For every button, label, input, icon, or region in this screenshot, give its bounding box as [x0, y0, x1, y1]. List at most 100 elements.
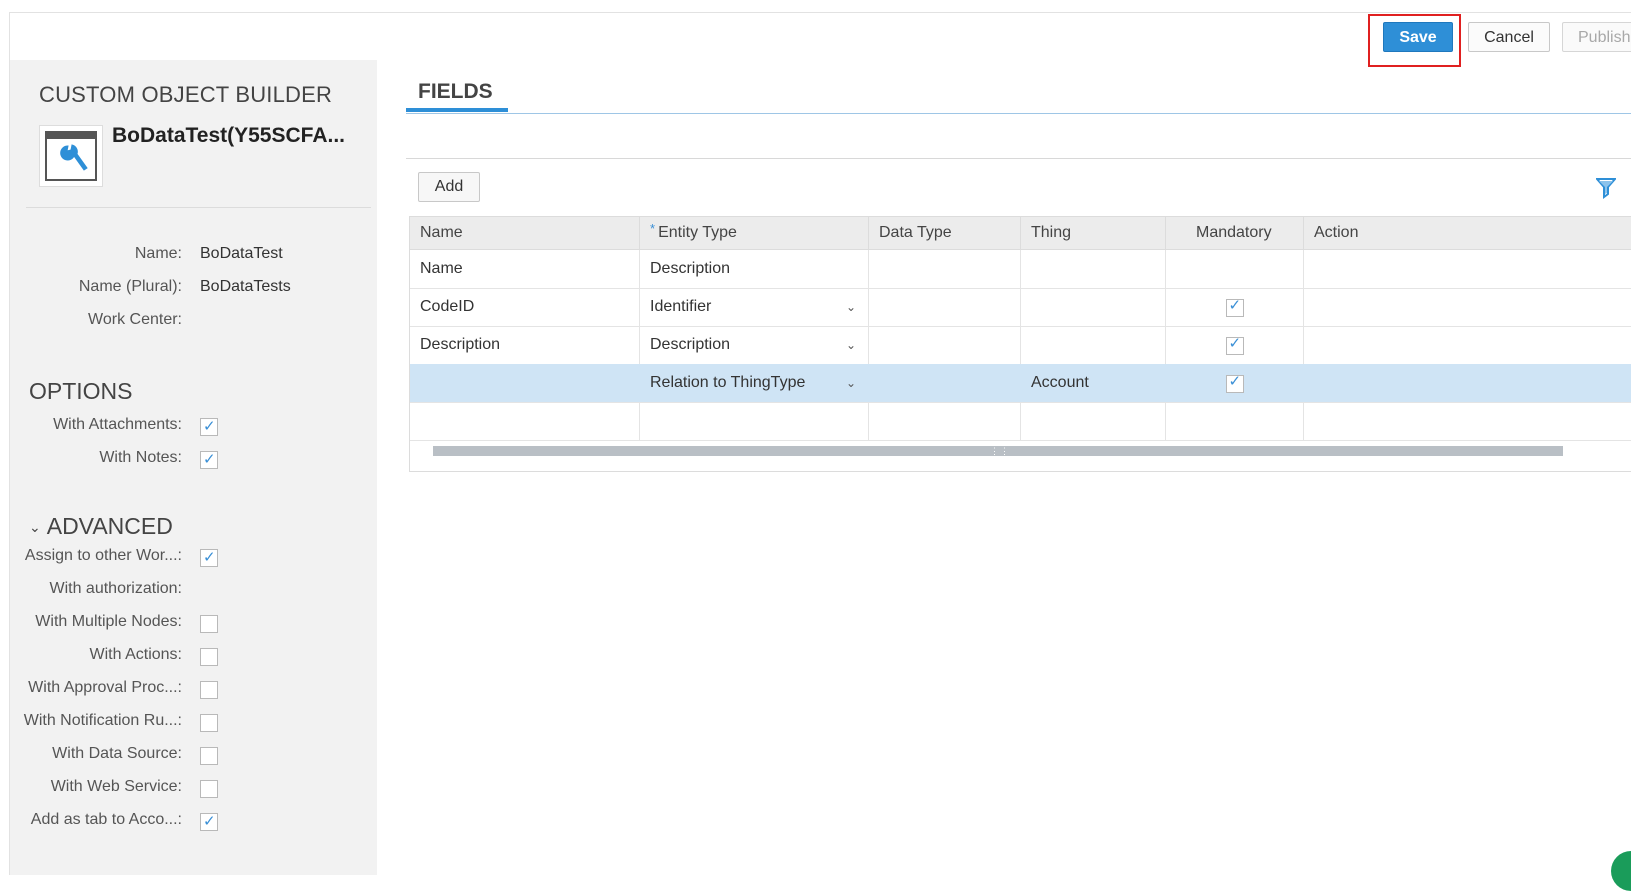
table-row[interactable]: Name Description: [410, 250, 1631, 289]
with-web-service-checkbox[interactable]: [200, 780, 218, 798]
with-notification-label: With Notification Ru...:: [23, 712, 182, 729]
with-data-source-checkbox[interactable]: [200, 747, 218, 765]
name-plural-value: BoDataTests: [200, 278, 291, 295]
cell-name: Description: [410, 326, 640, 364]
name-value: BoDataTest: [200, 245, 283, 262]
with-attachments-checkbox[interactable]: [200, 417, 218, 436]
with-notification-checkbox[interactable]: [200, 714, 218, 732]
cell-thing: Account: [1021, 364, 1166, 402]
sidebar: CUSTOM OBJECT BUILDER BoDataTest(Y55SCFA…: [10, 60, 377, 875]
work-center-label: Work Center:: [88, 311, 182, 328]
sidebar-title: CUSTOM OBJECT BUILDER: [39, 82, 333, 107]
cell-name: [410, 364, 640, 402]
with-approval-checkbox[interactable]: [200, 681, 218, 699]
add-as-tab-checkbox[interactable]: [200, 812, 218, 831]
cell-mandatory: [1166, 287, 1304, 326]
column-header-name[interactable]: Name: [410, 217, 640, 249]
object-name: BoDataTest(Y55SCFA...: [112, 124, 345, 147]
cell-data-type: [869, 250, 1021, 288]
cell-name: [410, 402, 640, 440]
column-header-mandatory[interactable]: Mandatory: [1166, 217, 1304, 249]
mandatory-checkbox[interactable]: [1225, 287, 1244, 325]
entity-type-value: Relation to ThingType: [650, 374, 806, 391]
name-label: Name:: [134, 245, 182, 262]
horizontal-scrollbar[interactable]: ⋮⋮: [433, 446, 1563, 456]
with-approval-label: With Approval Proc...:: [28, 679, 182, 696]
object-builder-icon: [39, 125, 103, 187]
name-plural-label: Name (Plural):: [78, 278, 182, 295]
fields-table: Name * Entity Type Data Type Thing Mandat…: [409, 216, 1631, 472]
cell-entity-type-select[interactable]: Description ⌄: [640, 326, 869, 364]
cancel-button[interactable]: Cancel: [1468, 22, 1550, 52]
cell-mandatory: [1166, 363, 1304, 402]
advanced-toggle[interactable]: ⌄ ADVANCED: [29, 513, 173, 540]
chevron-down-icon: ⌄: [29, 519, 41, 535]
cell-data-type: [869, 364, 1021, 402]
chevron-down-icon[interactable]: ⌄: [846, 288, 856, 326]
with-notes-checkbox[interactable]: [200, 450, 218, 469]
add-as-tab-label: Add as tab to Acco...:: [30, 811, 182, 828]
with-multiple-nodes-label: With Multiple Nodes:: [35, 613, 182, 630]
mandatory-checkbox[interactable]: [1225, 363, 1244, 401]
cell-entity-type-select[interactable]: Relation to ThingType ⌄: [640, 364, 869, 402]
options-title: OPTIONS: [29, 378, 133, 404]
cell-name: CodeID: [410, 288, 640, 326]
cell-data-type: [869, 288, 1021, 326]
entity-type-header-label: Entity Type: [658, 224, 737, 241]
tab-rule: [406, 113, 1631, 114]
cell-action: [1304, 402, 1631, 440]
with-attachments-label: With Attachments:: [53, 416, 182, 433]
with-web-service-label: With Web Service:: [50, 778, 182, 795]
table-row[interactable]: CodeID Identifier ⌄: [410, 287, 1631, 327]
cell-data-type: [869, 402, 1021, 440]
entity-type-value: Identifier: [650, 298, 712, 315]
table-header: Name * Entity Type Data Type Thing Mandat…: [410, 217, 1631, 250]
cell-name: Name: [410, 250, 640, 288]
cell-mandatory: [1166, 325, 1304, 364]
cell-entity-type-select[interactable]: Identifier ⌄: [640, 288, 869, 326]
filter-icon[interactable]: [1596, 177, 1616, 199]
cell-mandatory: [1166, 402, 1304, 440]
with-authorization-label: With authorization:: [49, 580, 182, 597]
table-row-empty[interactable]: [410, 402, 1631, 441]
cell-action: [1304, 364, 1631, 402]
table-row[interactable]: Description Description ⌄: [410, 325, 1631, 365]
save-button[interactable]: Save: [1383, 22, 1453, 52]
with-multiple-nodes-checkbox[interactable]: [200, 615, 218, 633]
with-notes-label: With Notes:: [99, 449, 182, 466]
chevron-down-icon[interactable]: ⌄: [846, 364, 856, 402]
scrollbar-grip[interactable]: ⋮⋮: [990, 446, 1010, 456]
cell-entity-type: Description: [640, 250, 869, 288]
toolbar-rule: [406, 158, 1631, 159]
cell-thing: [1021, 250, 1166, 288]
with-actions-checkbox[interactable]: [200, 648, 218, 666]
publish-button[interactable]: Publish: [1562, 22, 1631, 52]
assign-work-center-checkbox[interactable]: [200, 548, 218, 567]
fields-tab[interactable]: FIELDS: [418, 80, 493, 104]
column-header-action[interactable]: Action: [1304, 217, 1631, 249]
cell-entity-type: [640, 402, 869, 440]
cell-action: [1304, 288, 1631, 326]
cell-action: [1304, 250, 1631, 288]
entity-type-value: Description: [650, 336, 731, 353]
add-button[interactable]: Add: [418, 172, 480, 202]
with-data-source-label: With Data Source:: [52, 745, 182, 762]
required-marker: *: [650, 221, 656, 236]
assign-work-center-label: Assign to other Wor...:: [24, 547, 182, 564]
sidebar-divider: [26, 207, 371, 208]
table-row-selected[interactable]: Relation to ThingType ⌄ Account: [410, 363, 1631, 403]
advanced-title: ADVANCED: [46, 513, 173, 539]
column-header-data-type[interactable]: Data Type: [869, 217, 1021, 249]
cell-data-type: [869, 326, 1021, 364]
cell-action: [1304, 326, 1631, 364]
fields-tab-underline: [406, 108, 508, 112]
cell-thing: [1021, 402, 1166, 440]
column-header-thing[interactable]: Thing: [1021, 217, 1166, 249]
mandatory-checkbox[interactable]: [1225, 325, 1244, 363]
chevron-down-icon[interactable]: ⌄: [846, 326, 856, 364]
column-header-entity-type[interactable]: * Entity Type: [640, 217, 869, 249]
with-actions-label: With Actions:: [89, 646, 182, 663]
cell-thing: [1021, 326, 1166, 364]
cell-thing: [1021, 288, 1166, 326]
cell-mandatory: [1166, 250, 1304, 288]
